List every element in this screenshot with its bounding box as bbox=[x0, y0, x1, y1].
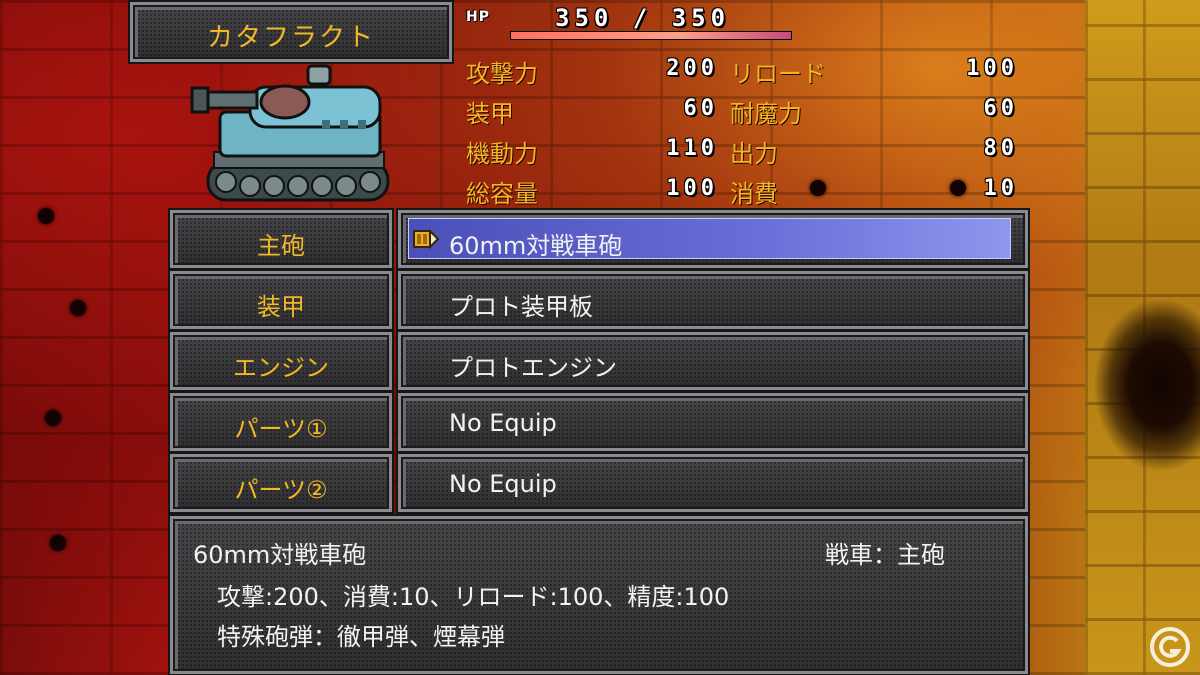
stat-value: 60 bbox=[683, 96, 718, 121]
description-panel: 60mm対戦車砲 戦車：主砲 攻撃:200、消費:10、リロード:100、精度:… bbox=[170, 516, 1028, 674]
unit-name-panel: カタフラクト bbox=[130, 2, 452, 62]
bullet-hole bbox=[45, 410, 61, 426]
item-name: 60mm対戦車砲 bbox=[449, 232, 623, 260]
slot-main-gun[interactable]: 主砲 bbox=[170, 210, 392, 268]
tank-sprite bbox=[190, 64, 390, 202]
slot-label: エンジン bbox=[233, 354, 329, 382]
ammo-cursor-icon bbox=[413, 228, 439, 250]
slot-armor[interactable]: 装甲 bbox=[170, 271, 392, 329]
item-name: No Equip bbox=[449, 470, 557, 498]
item-main-gun[interactable]: 60mm対戦車砲 bbox=[398, 210, 1028, 268]
gamer-logo-icon bbox=[1150, 627, 1190, 667]
wall-splat bbox=[1095, 300, 1200, 470]
bullet-hole bbox=[70, 300, 86, 316]
bullet-hole bbox=[810, 180, 826, 196]
item-name: No Equip bbox=[449, 409, 557, 437]
stat-value: 100 bbox=[666, 176, 718, 201]
item-engine[interactable]: プロトエンジン bbox=[398, 332, 1028, 390]
bullet-hole bbox=[38, 208, 54, 224]
stat-value: 110 bbox=[666, 136, 718, 161]
item-parts-2[interactable]: No Equip bbox=[398, 454, 1028, 512]
slot-parts-1[interactable]: パーツ① bbox=[170, 393, 392, 451]
bullet-hole bbox=[50, 535, 66, 551]
hp-bar bbox=[510, 31, 792, 40]
description-stats: 攻撃:200、消費:10、リロード:100、精度:100 bbox=[217, 583, 730, 611]
stat-value: 200 bbox=[666, 56, 718, 81]
stat-label: 耐魔力 bbox=[730, 100, 802, 128]
stat-label: 消費 bbox=[730, 180, 778, 208]
hp-values: 350 / 350 bbox=[555, 4, 731, 32]
item-name: プロトエンジン bbox=[449, 354, 617, 382]
slot-engine[interactable]: エンジン bbox=[170, 332, 392, 390]
stat-label: 出力 bbox=[730, 140, 778, 168]
stat-label: 総容量 bbox=[466, 180, 538, 208]
slot-label: 主砲 bbox=[257, 232, 305, 260]
item-armor[interactable]: プロト装甲板 bbox=[398, 271, 1028, 329]
unit-name: カタフラクト bbox=[206, 23, 375, 53]
stat-label: 機動力 bbox=[466, 140, 538, 168]
slot-parts-2[interactable]: パーツ② bbox=[170, 454, 392, 512]
stat-value: 100 bbox=[966, 56, 1018, 81]
description-item-name: 60mm対戦車砲 bbox=[193, 541, 367, 569]
item-name: プロト装甲板 bbox=[449, 293, 593, 321]
stat-value: 10 bbox=[983, 176, 1018, 201]
description-category: 戦車：主砲 bbox=[825, 541, 945, 569]
stat-label: リロード bbox=[730, 60, 826, 88]
slot-label: 装甲 bbox=[257, 293, 305, 321]
stat-label: 装甲 bbox=[466, 100, 514, 128]
hp-bar-fill bbox=[511, 32, 791, 39]
stat-label: 攻撃力 bbox=[466, 60, 538, 88]
stat-value: 60 bbox=[983, 96, 1018, 121]
stat-value: 80 bbox=[983, 136, 1018, 161]
hp-label: HP bbox=[466, 9, 490, 25]
item-parts-1[interactable]: No Equip bbox=[398, 393, 1028, 451]
description-special: 特殊砲弾：徹甲弾、煙幕弾 bbox=[217, 623, 505, 651]
slot-label: パーツ① bbox=[234, 415, 328, 443]
slot-label: パーツ② bbox=[234, 476, 328, 504]
